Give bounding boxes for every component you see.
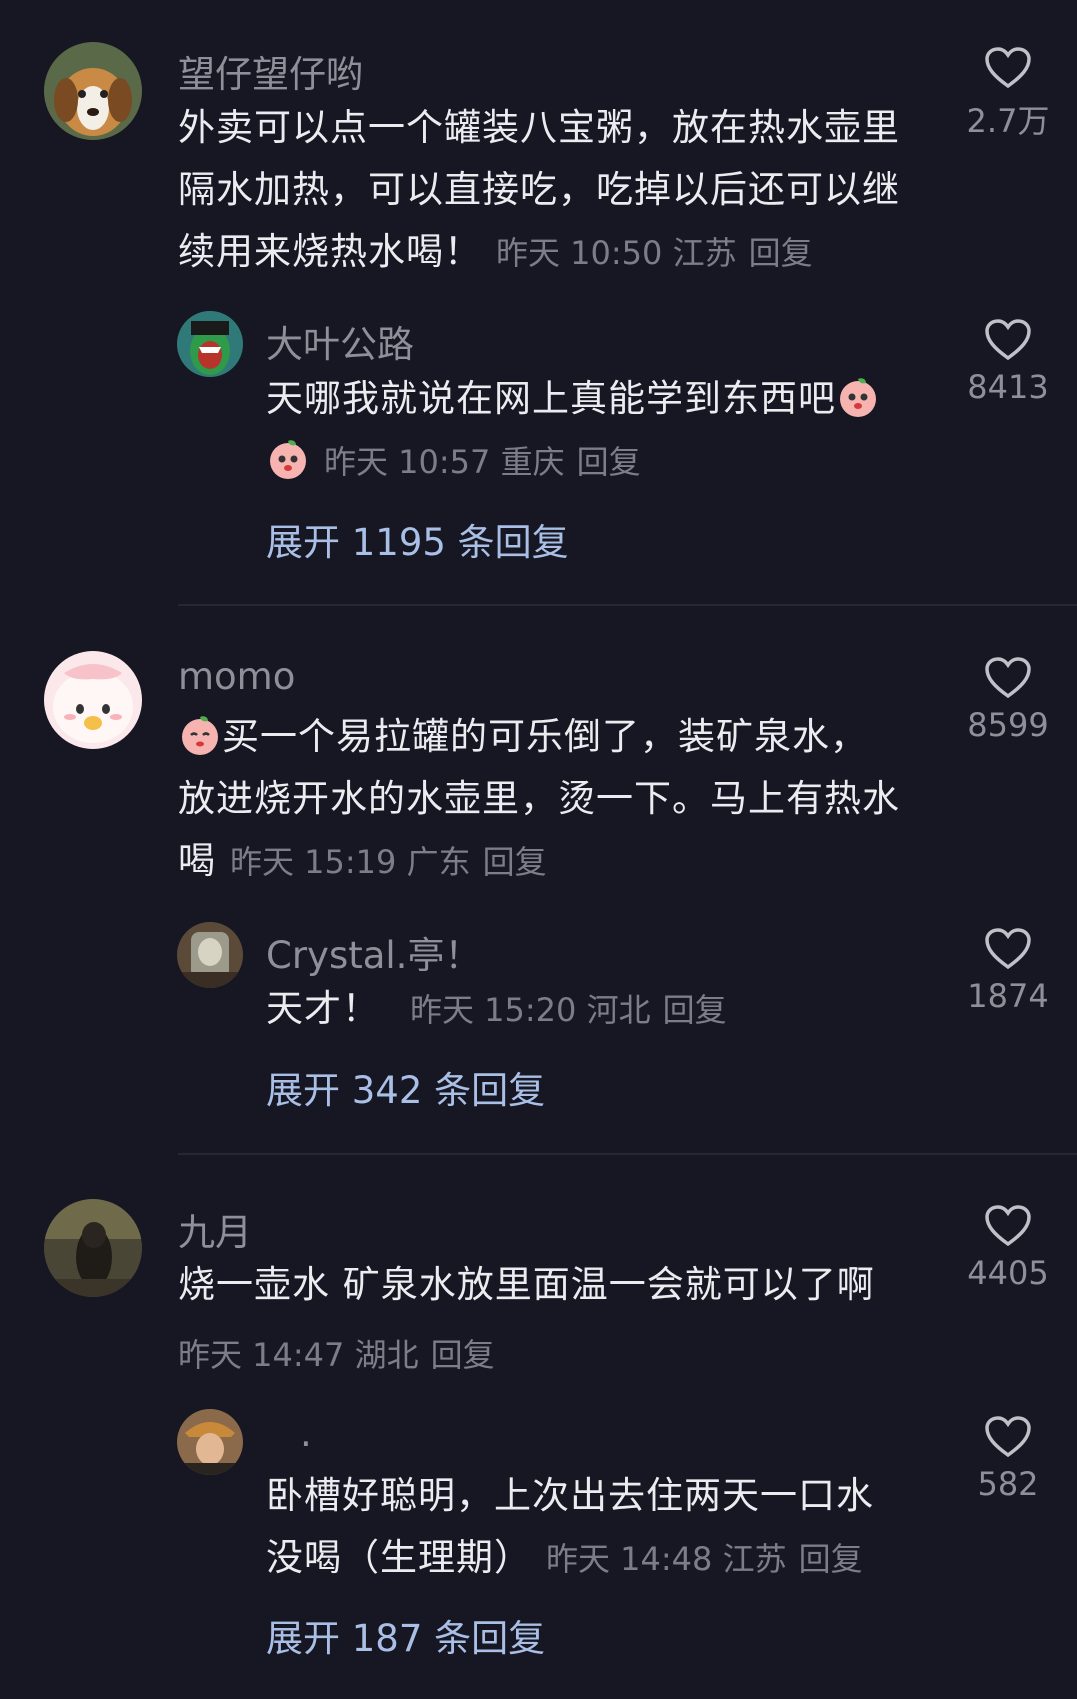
like-button[interactable]: 1874 bbox=[943, 927, 1073, 1015]
reply-text: 天哪我就说在网上真能学到东西吧 昨天 10:57 重庆 回复 bbox=[266, 368, 926, 493]
comment-line: 昨天 10:57 重庆 回复 bbox=[266, 430, 926, 493]
avatar[interactable] bbox=[177, 311, 243, 377]
avatar[interactable] bbox=[44, 651, 142, 749]
reply-button[interactable]: 回复 bbox=[663, 991, 727, 1029]
username[interactable]: 望仔望仔哟 bbox=[178, 44, 363, 98]
username[interactable]: 大叶公路 bbox=[266, 314, 414, 368]
like-count: 582 bbox=[977, 1465, 1039, 1503]
comment-meta: 昨天 15:19 广东 回复 bbox=[230, 843, 547, 881]
heart-outline-icon bbox=[985, 319, 1031, 361]
divider bbox=[178, 604, 1077, 606]
like-count: 4405 bbox=[967, 1254, 1049, 1292]
heart-outline-icon bbox=[985, 47, 1031, 89]
comment-meta: 昨天 14:47 湖北 回复 bbox=[178, 1336, 495, 1374]
comment-line: 续用来烧热水喝！ 昨天 10:50 江苏 回复 bbox=[178, 230, 813, 273]
comment-meta: 昨天 14:48 江苏 回复 bbox=[546, 1540, 863, 1578]
expand-replies-button[interactable]: 展开 1195 条回复 bbox=[266, 512, 569, 566]
comment-text: 烧一壶水 矿泉水放里面温一会就可以了啊 bbox=[178, 1254, 938, 1316]
like-count: 8599 bbox=[967, 706, 1049, 744]
avatar[interactable] bbox=[177, 922, 243, 988]
avatar[interactable] bbox=[177, 1409, 243, 1475]
reply-button[interactable]: 回复 bbox=[483, 843, 547, 881]
username[interactable]: . bbox=[300, 1412, 312, 1455]
heart-outline-icon bbox=[985, 1205, 1031, 1247]
reply-button[interactable]: 回复 bbox=[799, 1540, 863, 1578]
comment-text: 买一个易拉罐的可乐倒了，装矿泉水， 放进烧开水的水壶里，烫一下。马上有热水 喝昨… bbox=[178, 706, 938, 893]
comment-text: 外卖可以点一个罐装八宝粥，放在热水壶里 隔水加热，可以直接吃，吃掉以后还可以继 … bbox=[178, 97, 938, 284]
divider bbox=[178, 1153, 1077, 1155]
comment-meta: 昨天 15:20 河北 回复 bbox=[410, 991, 727, 1029]
heart-outline-icon bbox=[985, 1416, 1031, 1458]
heart-outline-icon bbox=[985, 657, 1031, 699]
comment-line: 天哪我就说在网上真能学到东西吧 bbox=[266, 368, 926, 430]
peach-face-emoji bbox=[836, 375, 880, 419]
heart-outline-icon bbox=[985, 928, 1031, 970]
comment-line: 外卖可以点一个罐装八宝粥，放在热水壶里 bbox=[178, 106, 900, 149]
like-count: 8413 bbox=[967, 368, 1049, 406]
like-button[interactable]: 582 bbox=[943, 1415, 1073, 1503]
comment-line: 喝昨天 15:19 广东 回复 bbox=[178, 839, 547, 882]
peach-face-emoji bbox=[266, 437, 310, 481]
reply-button[interactable]: 回复 bbox=[577, 443, 641, 481]
like-button[interactable]: 2.7万 bbox=[943, 46, 1073, 142]
like-button[interactable]: 8413 bbox=[943, 318, 1073, 406]
username[interactable]: 九月 bbox=[178, 1202, 252, 1256]
comment-line: 买一个易拉罐的可乐倒了，装矿泉水， bbox=[178, 706, 938, 768]
comment-line: 隔水加热，可以直接吃，吃掉以后还可以继 bbox=[178, 168, 900, 211]
like-count: 1874 bbox=[967, 977, 1049, 1015]
reply-button[interactable]: 回复 bbox=[749, 234, 813, 272]
reply-text: 天才！ 昨天 15:20 河北 回复 bbox=[266, 978, 926, 1041]
like-button[interactable]: 4405 bbox=[943, 1204, 1073, 1292]
comment-meta: 昨天 10:50 江苏 回复 bbox=[496, 234, 813, 272]
comment-meta: 昨天 10:57 重庆 回复 bbox=[324, 443, 641, 481]
comment-line: 放进烧开水的水壶里，烫一下。马上有热水 bbox=[178, 777, 900, 820]
username[interactable]: momo bbox=[178, 655, 295, 698]
avatar[interactable] bbox=[44, 42, 142, 140]
username[interactable]: Crystal.亭！ bbox=[266, 925, 481, 979]
comment-line: 天才！ 昨天 15:20 河北 回复 bbox=[266, 987, 727, 1030]
comment-line: 没喝（生理期） 昨天 14:48 江苏 回复 bbox=[266, 1536, 863, 1579]
expand-replies-button[interactable]: 展开 187 条回复 bbox=[266, 1608, 545, 1662]
reply-button[interactable]: 回复 bbox=[431, 1336, 495, 1374]
like-button[interactable]: 8599 bbox=[943, 656, 1073, 744]
comment-line: 卧槽好聪明，上次出去住两天一口水 bbox=[266, 1474, 874, 1517]
expand-replies-button[interactable]: 展开 342 条回复 bbox=[266, 1060, 545, 1114]
comment-line: 烧一壶水 矿泉水放里面温一会就可以了啊 bbox=[178, 1263, 875, 1306]
like-count: 2.7万 bbox=[966, 102, 1050, 140]
peach-face-emoji bbox=[178, 713, 222, 757]
avatar[interactable] bbox=[44, 1199, 142, 1297]
reply-text: 卧槽好聪明，上次出去住两天一口水 没喝（生理期） 昨天 14:48 江苏 回复 bbox=[266, 1465, 926, 1590]
